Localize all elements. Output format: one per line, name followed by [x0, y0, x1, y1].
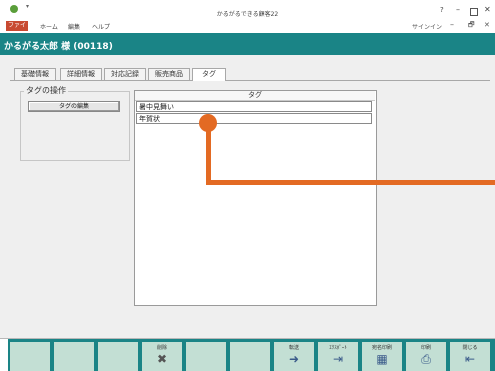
tag-list-item[interactable]: 年賀状	[136, 113, 372, 124]
customer-name: かるがる太郎 様 (00118)	[4, 42, 113, 52]
tab-contact-record[interactable]: 対応記録	[104, 68, 146, 80]
tag-list-header: タグ	[135, 91, 375, 101]
fkey-label: 印刷	[420, 345, 431, 351]
callout-line-horizontal	[206, 180, 495, 185]
fkey-empty-button	[54, 342, 95, 371]
window-title: かるがるできる顧客22	[216, 11, 279, 18]
ribbon-tab-help[interactable]: ヘルプ	[92, 22, 110, 31]
fkey-label: ｴｸｽﾎﾟｰﾄ	[329, 345, 347, 351]
print-icon: ⎙	[421, 352, 431, 366]
tab-detail-info[interactable]: 詳細情報	[60, 68, 102, 80]
address-print-icon: ▦	[376, 352, 388, 366]
ribbon-close-button[interactable]: ✕	[484, 21, 490, 29]
ribbon-tab-edit[interactable]: 編集	[68, 22, 80, 31]
tag-operations-legend: タグの操作	[24, 85, 68, 96]
tag-edit-button[interactable]: タグの編集	[28, 101, 120, 112]
ribbon-tab-file[interactable]: ファイル	[6, 21, 28, 39]
tab-strip-divider	[10, 80, 490, 81]
help-button[interactable]: ?	[440, 6, 444, 14]
export-icon: ⇥	[332, 352, 344, 366]
close-door-icon: ⇤	[464, 352, 476, 366]
transfer-icon: ➜	[288, 352, 300, 366]
fkey-empty-button	[98, 342, 139, 371]
fkey-label: 削除	[156, 345, 167, 351]
fkey-empty-button	[186, 342, 227, 371]
callout-dot	[199, 114, 217, 132]
tab-tag[interactable]: タグ	[192, 68, 226, 81]
ribbon-minimize-button[interactable]: –	[450, 20, 454, 29]
ribbon-restore-button[interactable]: 🗗	[468, 21, 475, 32]
fkey-empty-button	[10, 342, 51, 371]
signin-link[interactable]: サインイン	[412, 22, 442, 31]
close-window-button[interactable]: ✕	[484, 5, 491, 14]
fkey-empty-button	[230, 342, 271, 371]
tag-list-item[interactable]: 暑中見舞い	[136, 101, 372, 112]
fkey-label: 転送	[288, 345, 299, 351]
tab-sold-products[interactable]: 販売商品	[148, 68, 190, 80]
delete-icon: ✖	[156, 352, 168, 366]
customer-header-bar: かるがる太郎 様 (00118)	[0, 33, 495, 55]
tab-basic-info[interactable]: 基礎情報	[14, 68, 56, 80]
fkey-label: 宛名印刷	[371, 345, 392, 351]
minimize-button[interactable]: –	[456, 5, 460, 14]
fkey-label: 閉じる	[462, 345, 478, 351]
ribbon-tab-home[interactable]: ホーム	[40, 22, 58, 31]
maximize-button[interactable]	[470, 8, 478, 16]
